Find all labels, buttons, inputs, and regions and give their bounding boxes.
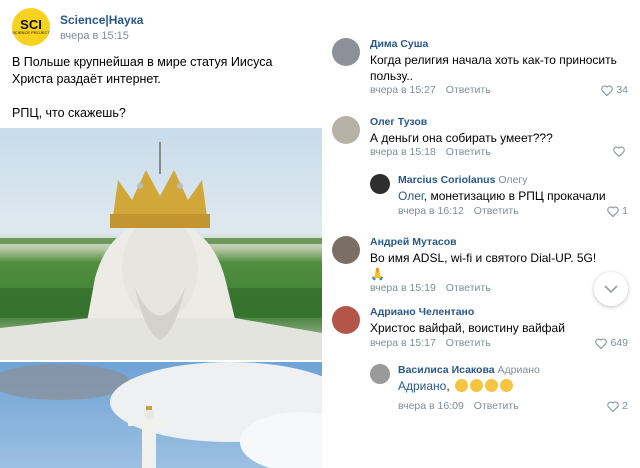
comment-author: Василиса Исакова Адриано <box>398 364 540 376</box>
reply-to[interactable]: Адриано <box>498 364 540 376</box>
comment-time[interactable]: вчера в 15:27 <box>370 84 436 96</box>
heart-icon <box>613 146 625 157</box>
comment-text: А деньги она собирать умеет??? <box>370 131 553 145</box>
logo-subtext: SCIENCE PROJECT <box>12 30 50 35</box>
post-author[interactable]: Science|Наука <box>60 13 143 27</box>
comment-author[interactable]: Адриано Челентано <box>370 306 474 318</box>
comments-panel: Дима Суша Когда религия начала хоть как-… <box>322 0 640 468</box>
comment-time[interactable]: вчера в 15:17 <box>370 337 436 349</box>
like-button[interactable]: 34 <box>601 84 628 96</box>
comment-meta: вчера в 16:09 Ответить <box>398 400 519 412</box>
comment-time[interactable]: вчера в 15:19 <box>370 282 436 294</box>
like-count: 34 <box>616 84 628 96</box>
statue-closeup-illustration <box>0 142 322 360</box>
comment-text: Адриано, <box>398 378 628 394</box>
post-photo-statue-closeup[interactable] <box>0 128 322 360</box>
avatar[interactable] <box>370 174 390 194</box>
comment-time[interactable]: вчера в 16:09 <box>398 400 464 412</box>
reply-link[interactable]: Ответить <box>446 337 491 349</box>
emoji-icon <box>470 379 484 392</box>
mention-link[interactable]: Адриано <box>398 379 446 393</box>
comment-text: Во имя ADSL, wi-fi и святого Dial-UP. 5G… <box>370 251 597 281</box>
emoji-icon <box>500 379 514 392</box>
post-header: SCI SCIENCE PROJECT Science|Наука вчера … <box>12 8 312 48</box>
comment-meta: вчера в 15:27 Ответить <box>370 84 491 96</box>
heart-icon <box>607 401 619 412</box>
comment-meta: вчера в 16:12 Ответить <box>398 205 519 217</box>
scroll-down-button[interactable] <box>594 272 628 306</box>
comment-author[interactable]: Дима Суша <box>370 38 428 50</box>
avatar[interactable] <box>332 116 360 144</box>
comment-text-body: , <box>446 379 450 393</box>
heart-icon <box>595 338 608 349</box>
heart-icon <box>607 206 619 217</box>
like-button[interactable]: 2 <box>607 400 628 412</box>
post-time[interactable]: вчера в 15:15 <box>60 30 129 42</box>
comment-text: Христос вайфай, воистину вайфай <box>370 321 565 335</box>
statue-wide-illustration <box>0 362 322 468</box>
reply-link[interactable]: Ответить <box>446 84 491 96</box>
comment-author-name[interactable]: Василиса Исакова <box>398 364 495 376</box>
reply-link[interactable]: Ответить <box>446 146 491 158</box>
comment-text: Когда религия начала хоть как-то приноси… <box>370 53 617 83</box>
group-logo[interactable]: SCI SCIENCE PROJECT <box>12 8 50 46</box>
like-button[interactable]: 649 <box>595 337 628 349</box>
like-button[interactable]: 1 <box>607 205 628 217</box>
avatar[interactable] <box>332 38 360 66</box>
post-photo-statue-wide[interactable] <box>0 362 322 468</box>
comment-time[interactable]: вчера в 16:12 <box>398 205 464 217</box>
comment-author[interactable]: Андрей Мутасов <box>370 236 457 248</box>
reply-link[interactable]: Ответить <box>474 205 519 217</box>
reply-link[interactable]: Ответить <box>446 282 491 294</box>
heart-icon <box>601 85 614 96</box>
like-count: 2 <box>622 400 628 412</box>
post-text: В Польше крупнейшая в мире статуя Иисуса… <box>12 55 273 120</box>
mention-link[interactable]: Олег <box>398 189 424 203</box>
comment-author-name[interactable]: Marcius Coriolanus <box>398 174 495 186</box>
post-card: SCI SCIENCE PROJECT Science|Наука вчера … <box>0 0 322 468</box>
comment-text-body: , монетизацию в РПЦ прокачали <box>423 189 606 203</box>
comment-meta: вчера в 15:19 Ответить <box>370 282 491 294</box>
comment-author: Marcius Coriolanus Олегу <box>398 174 527 186</box>
comment-time[interactable]: вчера в 15:18 <box>370 146 436 158</box>
comment-text: Олег, монетизацию в РПЦ прокачали <box>398 188 628 204</box>
avatar[interactable] <box>370 364 390 384</box>
avatar[interactable] <box>332 306 360 334</box>
emoji-icon <box>455 379 469 392</box>
like-count: 1 <box>622 205 628 217</box>
chevron-down-icon <box>604 284 618 293</box>
logo-text: SCI <box>20 17 42 32</box>
like-button[interactable] <box>613 146 628 157</box>
reply-to[interactable]: Олегу <box>498 174 527 186</box>
comment-author[interactable]: Олег Тузов <box>370 116 427 128</box>
emoji-icon <box>485 379 499 392</box>
reply-link[interactable]: Ответить <box>474 400 519 412</box>
comment-meta: вчера в 15:18 Ответить <box>370 146 491 158</box>
avatar[interactable] <box>332 236 360 264</box>
comment-meta: вчера в 15:17 Ответить <box>370 337 491 349</box>
like-count: 649 <box>610 337 628 349</box>
